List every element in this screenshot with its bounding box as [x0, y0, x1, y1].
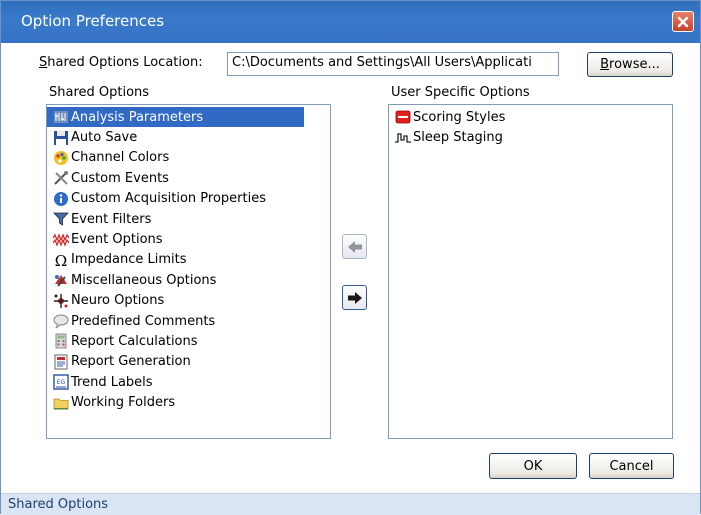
shared-options-item-auto-save[interactable]: Auto Save	[47, 127, 330, 147]
move-right-button[interactable]	[342, 285, 367, 310]
user-specific-options-list[interactable]: Scoring Styles Sleep Staging	[388, 104, 673, 439]
status-bar: Shared Options	[1, 493, 700, 515]
ok-label: OK	[523, 458, 543, 474]
shared-options-item-impedance-limits[interactable]: Ω Impedance Limits	[47, 250, 330, 270]
shared-options-item-report-generation[interactable]: Report Generation	[47, 352, 330, 372]
arrow-left-icon	[347, 240, 362, 253]
floppy-disk-icon	[53, 130, 69, 146]
user-specific-options-header: User Specific Options	[391, 85, 530, 100]
shared-options-item-miscellaneous-options[interactable]: Miscellaneous Options	[47, 270, 330, 290]
list-item-label: Sleep Staging	[413, 130, 503, 146]
list-item-label: Working Folders	[71, 395, 176, 411]
list-item-label: Impedance Limits	[71, 252, 187, 268]
shared-options-item-report-calculations[interactable]: Report Calculations	[47, 331, 330, 351]
list-item-label: Analysis Parameters	[71, 109, 204, 125]
user-options-item-sleep-staging[interactable]: Sleep Staging	[389, 127, 672, 147]
list-item-label: Channel Colors	[71, 150, 170, 166]
list-item-label: Event Options	[71, 232, 163, 248]
shared-options-list[interactable]: Analysis Parameters Auto Save Channel Colo…	[46, 104, 331, 439]
misc-options-icon	[53, 272, 69, 288]
status-text: Shared Options	[8, 497, 109, 512]
close-icon	[677, 16, 689, 27]
analysis-parameters-icon	[53, 109, 69, 125]
list-item-label: Auto Save	[71, 130, 138, 146]
option-preferences-dialog: Option Preferences Shared Options Locati…	[0, 0, 701, 515]
browse-button[interactable]: Browse...	[587, 52, 673, 77]
move-left-button[interactable]	[342, 234, 367, 259]
user-options-item-scoring-styles[interactable]: Scoring Styles	[389, 107, 672, 127]
browse-label: rowse...	[609, 57, 660, 72]
trend-labels-icon: EG	[53, 374, 69, 390]
cancel-button[interactable]: Cancel	[589, 453, 674, 479]
shared-options-item-analysis-parameters[interactable]: Analysis Parameters	[47, 107, 304, 128]
shared-options-location-input[interactable]: C:\Documents and Settings\All Users\Appl…	[227, 52, 559, 76]
funnel-icon	[53, 211, 69, 227]
list-item-label: Neuro Options	[71, 293, 165, 309]
list-item-label: Miscellaneous Options	[71, 272, 217, 288]
shared-options-item-predefined-comments[interactable]: Predefined Comments	[47, 311, 330, 331]
close-button[interactable]	[672, 11, 694, 32]
shared-options-item-neuro-options[interactable]: Neuro Options	[47, 291, 330, 311]
browse-mnemonic: B	[600, 57, 610, 72]
list-item-label: Report Calculations	[71, 333, 198, 349]
list-item-label: Report Generation	[71, 354, 191, 370]
tools-icon	[53, 170, 69, 186]
omega-icon: Ω	[53, 252, 69, 268]
calculator-icon	[53, 333, 69, 349]
ok-button[interactable]: OK	[489, 453, 577, 479]
speech-bubble-icon	[53, 313, 69, 329]
color-palette-icon	[53, 150, 69, 166]
report-icon	[53, 354, 69, 370]
list-item-label: Scoring Styles	[413, 109, 506, 125]
list-item-label: Custom Acquisition Properties	[71, 191, 266, 207]
shared-options-item-custom-events[interactable]: Custom Events	[47, 168, 330, 188]
location-label-text: hared Options Location:	[47, 55, 203, 70]
svg-text:EG: EG	[57, 379, 66, 386]
info-icon	[53, 191, 69, 207]
shared-options-item-channel-colors[interactable]: Channel Colors	[47, 148, 330, 168]
shared-options-item-trend-labels[interactable]: EG Trend Labels	[47, 372, 330, 392]
list-item-label: Event Filters	[71, 211, 152, 227]
cancel-label: Cancel	[609, 458, 654, 474]
shared-options-item-working-folders[interactable]: Working Folders	[47, 392, 330, 412]
waveform-icon	[53, 232, 69, 248]
title-bar[interactable]: Option Preferences	[1, 1, 700, 43]
list-item-label: Predefined Comments	[71, 313, 216, 329]
shared-options-location-label: Shared Options Location:	[39, 55, 203, 70]
shared-options-item-event-options[interactable]: Event Options	[47, 229, 330, 249]
shared-options-header: Shared Options	[49, 85, 150, 100]
shared-options-item-event-filters[interactable]: Event Filters	[47, 209, 330, 229]
svg-text:Ω: Ω	[55, 252, 67, 268]
folder-icon	[53, 395, 69, 411]
location-value: C:\Documents and Settings\All Users\Appl…	[232, 55, 532, 70]
hypnogram-icon	[395, 130, 411, 146]
list-item-label: Custom Events	[71, 170, 169, 186]
window-title: Option Preferences	[21, 12, 165, 30]
shared-options-item-custom-acquisition-properties[interactable]: Custom Acquisition Properties	[47, 189, 330, 209]
neuro-icon	[53, 293, 69, 309]
scoring-styles-icon	[395, 109, 411, 125]
arrow-right-icon	[347, 291, 362, 304]
list-item-label: Trend Labels	[71, 374, 153, 390]
